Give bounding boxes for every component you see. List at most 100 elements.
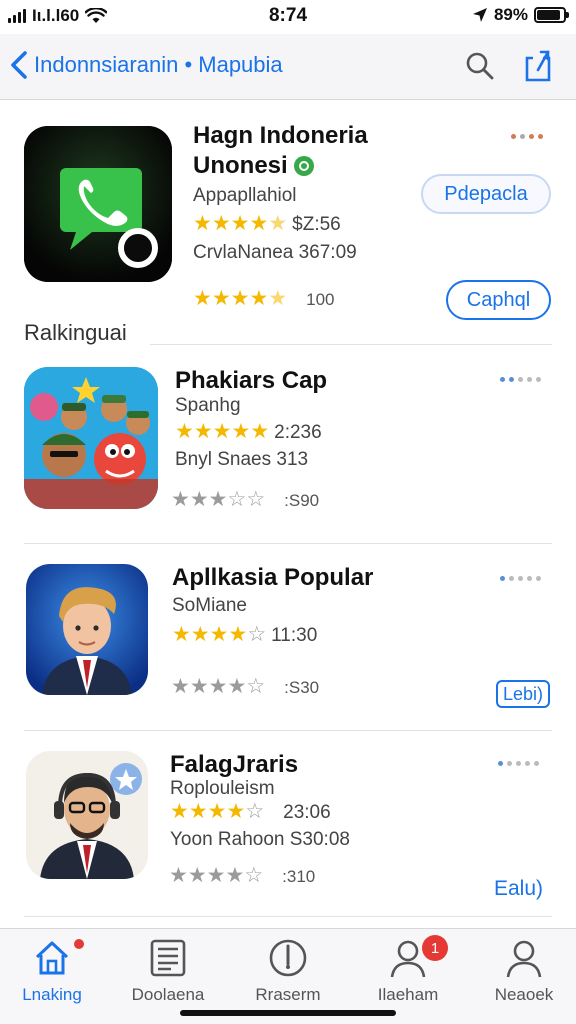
more-options-icon[interactable] xyxy=(498,761,539,766)
count-text: :310 xyxy=(282,866,316,886)
app-subtitle: Appapllahiol xyxy=(193,185,297,206)
star-icon: ★ xyxy=(226,800,246,823)
rating-text: 2:236 xyxy=(274,421,322,443)
share-icon[interactable] xyxy=(522,48,554,84)
star-rating: ★★★★☆ xyxy=(172,624,266,647)
tab-label: Rraserm xyxy=(255,985,321,1004)
star-icon: ★ xyxy=(268,287,288,310)
person-icon xyxy=(506,940,542,978)
star-rating: ★★★★★ xyxy=(175,421,269,444)
app-title: Apllkasia Popular xyxy=(172,564,374,591)
star-icon: ★ xyxy=(206,864,226,887)
back-label: Indonnsiaranin • Mapubia xyxy=(34,52,283,77)
tab-browse[interactable]: Rraserm xyxy=(238,937,338,1005)
app-subtitle: Spanhg xyxy=(175,395,241,416)
rating-text: 23:06 xyxy=(283,801,331,823)
app-row[interactable]: Phakiars Cap Spanhg ★★★★★ 2:236 Bnyl Sna… xyxy=(0,345,576,543)
star-icon: ★ xyxy=(211,287,231,310)
app-title: FalagJraris xyxy=(170,751,299,778)
star-icon: ★ xyxy=(249,212,269,235)
tab-label: Ilaeham xyxy=(377,985,439,1004)
tab-news[interactable]: Doolaena xyxy=(118,937,218,1005)
star-icon: ★ xyxy=(175,420,194,443)
status-right: 89% xyxy=(472,5,569,25)
star-icon: ★ xyxy=(172,623,191,646)
app-icon-game[interactable] xyxy=(24,367,158,509)
star-icon: ☆ xyxy=(247,623,267,646)
star-icon: ★ xyxy=(171,488,190,511)
star-rating: ★★★★★ xyxy=(193,213,287,236)
get-button[interactable]: Lebi) xyxy=(496,680,550,708)
back-button[interactable]: Indonnsiaranin • Mapubia xyxy=(8,50,283,80)
notification-dot xyxy=(74,939,84,949)
app-icon-phone[interactable] xyxy=(24,126,172,282)
star-icon: ★ xyxy=(170,800,189,823)
tab-account[interactable]: Neaoek xyxy=(474,937,574,1005)
star-icon: ★ xyxy=(193,420,213,443)
star-icon: ★ xyxy=(209,623,229,646)
count-text: :S30 xyxy=(284,677,320,697)
star-icon: ★ xyxy=(189,675,209,698)
verified-icon xyxy=(293,156,314,176)
app-meta: Yoon Rahoon S30:08 xyxy=(170,829,350,850)
star-icon: ☆ xyxy=(246,675,266,698)
rating: ★★★★☆ 11:30 xyxy=(172,624,317,647)
app-row-featured[interactable]: Hagn Indoneria Unonesi Appapllahiol ★★★★… xyxy=(0,100,576,345)
more-options-icon[interactable] xyxy=(500,576,541,581)
star-icon: ★ xyxy=(189,488,209,511)
more-options-icon[interactable] xyxy=(511,134,543,139)
star-icon: ★ xyxy=(231,420,251,443)
home-icon xyxy=(35,941,69,975)
section-heading: Ralkinguai xyxy=(24,320,127,345)
divider xyxy=(24,916,552,917)
rating-count: ★★★★★ 100 xyxy=(193,288,335,311)
location-arrow-icon xyxy=(472,8,487,22)
rating-text: 11:30 xyxy=(271,624,318,646)
count-text: :S90 xyxy=(284,490,320,510)
rating-count: ★★★★☆ :S30 xyxy=(171,676,319,699)
compass-icon xyxy=(269,939,307,977)
tab-label: Neaoek xyxy=(494,985,554,1004)
open-button[interactable]: Caphql xyxy=(446,280,551,320)
count-text: 100 xyxy=(306,289,335,309)
app-icon-avatar[interactable] xyxy=(26,751,148,879)
app-subtitle: Roplouleism xyxy=(170,778,275,799)
star-icon: ★ xyxy=(225,864,245,887)
star-rating-grey: ★★★★☆ xyxy=(169,865,263,888)
rating-text: $Z:56 xyxy=(292,213,341,235)
more-options-icon[interactable] xyxy=(500,377,541,382)
get-button[interactable]: Ealu) xyxy=(494,877,543,901)
star-icon: ☆ xyxy=(244,864,264,887)
app-title-line2-text: Unonesi xyxy=(193,152,288,179)
rating-count: ★★★☆☆ :S90 xyxy=(171,489,319,512)
battery-percent: 89% xyxy=(493,5,528,24)
get-button[interactable]: Pdepacla xyxy=(421,174,551,214)
phone-chat-icon xyxy=(24,126,172,282)
app-icon-avatar[interactable] xyxy=(26,564,148,695)
star-rating-grey: ★★★☆☆ xyxy=(171,489,265,512)
app-row[interactable]: FalagJraris Roplouleism ★★★★☆ 23:06 Yoon… xyxy=(0,731,576,916)
star-icon: ★ xyxy=(187,864,207,887)
star-icon: ★ xyxy=(228,623,248,646)
star-icon: ★ xyxy=(171,675,190,698)
star-icon: ★ xyxy=(208,675,228,698)
search-icon[interactable] xyxy=(464,50,496,82)
tab-label: Doolaena xyxy=(131,985,205,1004)
chevron-left-icon xyxy=(11,51,27,79)
app-row[interactable]: Apllkasia Popular SoMiane ★★★★☆ 11:30 ★★… xyxy=(0,544,576,730)
app-title: Phakiars Cap xyxy=(175,367,328,394)
rating-count: ★★★★☆ :310 xyxy=(169,865,315,888)
status-bar: Iι.l.l60 8:74 89% xyxy=(0,0,576,34)
star-icon: ★ xyxy=(212,420,232,443)
app-meta: Bnyl Snaes 313 xyxy=(175,449,309,470)
tab-today[interactable]: Lnaking xyxy=(2,937,102,1005)
star-rating: ★★★★☆ xyxy=(170,801,264,824)
tab-label: Lnaking xyxy=(22,985,82,1004)
star-icon: ★ xyxy=(207,800,227,823)
rating: ★★★★☆ 23:06 xyxy=(170,801,331,824)
star-icon: ★ xyxy=(250,420,270,443)
star-icon: ☆ xyxy=(245,800,265,823)
star-rating-grey: ★★★★☆ xyxy=(171,676,265,699)
app-title: Hagn Indoneria xyxy=(193,122,368,149)
battery-icon xyxy=(534,7,569,23)
